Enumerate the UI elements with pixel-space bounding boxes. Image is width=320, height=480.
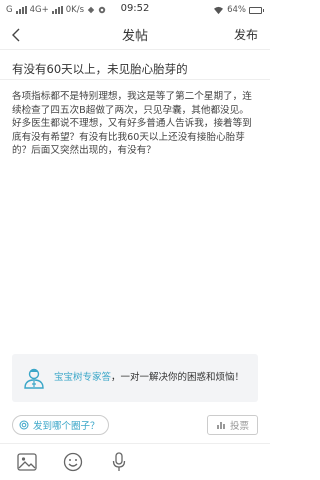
signal-icon [15,6,27,14]
network-label: 4G+ [29,5,49,15]
target-icon [19,420,29,430]
voice-input-button[interactable] [106,449,132,475]
bottom-toolbar [0,443,270,480]
status-left: G 4G+ 0K/s [6,5,106,15]
choose-circle-button[interactable]: 发到哪个圈子？ [12,415,109,435]
status-right: 64% [213,5,264,15]
chevron-left-icon [12,28,20,41]
clock: 09:52 [120,3,150,14]
nav-bar: 发帖 发布 [0,20,270,50]
battery-percent: 64% [227,5,246,15]
app-icon [98,6,106,14]
expert-card-text: 宝宝树专家答，一对一解决你的困惑和烦恼！ [54,371,244,385]
expert-link[interactable]: 宝宝树专家答 [54,372,111,383]
doctor-icon [24,368,44,389]
back-button[interactable] [0,20,32,50]
notification-icon [87,6,95,14]
speed-label: 0K/s [65,5,84,15]
status-bar: G 4G+ 0K/s 09:52 64% [0,0,270,20]
insert-image-button[interactable] [14,449,40,475]
vote-button[interactable]: 投票 [206,415,258,435]
expert-description: ，一对一解决你的困惑和烦恼！ [111,372,245,383]
post-title-input[interactable]: 有没有60天以上，未见胎心胎芽的 [0,50,270,80]
page-title: 发帖 [121,29,149,44]
bar-chart-icon [216,422,225,429]
wifi-icon [214,6,224,14]
carrier-label: G [6,5,13,15]
insert-emoji-button[interactable] [60,449,86,475]
choose-circle-label: 发到哪个圈子？ [33,421,100,432]
image-icon [17,453,37,471]
vote-label: 投票 [229,421,249,432]
publish-button[interactable]: 发布 [234,26,270,43]
microphone-icon [112,452,126,471]
signal-icon-2 [51,6,63,14]
post-body-input[interactable]: 各项指标都不是特别理想，我这是等了第二个星期了，连续检查了四五次B超做了两次，只… [0,80,270,332]
battery-icon [249,6,264,14]
expert-answer-card[interactable]: 宝宝树专家答，一对一解决你的困惑和烦恼！ [12,354,258,402]
emoji-icon [63,452,83,472]
action-row: 发到哪个圈子？ 投票 [12,414,258,436]
